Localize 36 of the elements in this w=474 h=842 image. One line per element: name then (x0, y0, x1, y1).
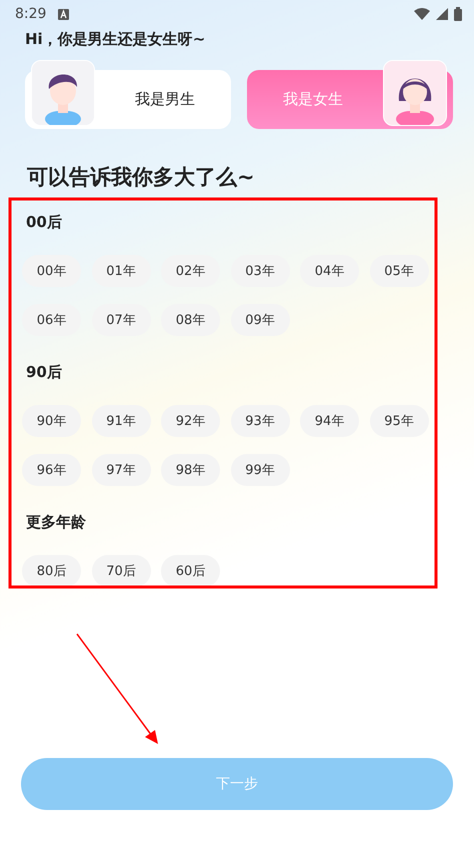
group-title: 90后 (26, 363, 63, 383)
age-chip[interactable]: 91年 (92, 405, 150, 437)
greeting-text: Hi，你是男生还是女生呀~ (25, 30, 206, 50)
signal-icon (436, 8, 448, 20)
age-chip[interactable]: 05年 (370, 255, 428, 287)
boy-avatar-icon (31, 60, 95, 126)
age-question: 可以告诉我你多大了么~ (27, 164, 256, 191)
age-chip[interactable]: 00年 (22, 255, 81, 287)
group-title: 更多年龄 (26, 513, 87, 533)
age-chip[interactable]: 92年 (161, 405, 220, 437)
age-chip[interactable]: 09年 (230, 304, 290, 336)
age-chip[interactable]: 06年 (22, 304, 81, 336)
age-chip[interactable]: 80后 (22, 555, 81, 587)
battery-icon (454, 7, 462, 21)
group-title: 00后 (26, 213, 63, 233)
age-chip[interactable]: 96年 (22, 454, 81, 486)
age-chip[interactable]: 07年 (92, 304, 150, 336)
age-chip[interactable]: 94年 (300, 405, 359, 437)
age-chip[interactable]: 01年 (92, 255, 150, 287)
age-chip[interactable]: 99年 (230, 454, 290, 486)
age-chip[interactable]: 97年 (92, 454, 150, 486)
status-time: 8:29 (15, 6, 46, 22)
age-chip[interactable]: 08年 (161, 304, 220, 336)
age-chip[interactable]: 04年 (300, 255, 359, 287)
notification-icon (58, 8, 70, 20)
age-chip[interactable]: 95年 (370, 405, 428, 437)
girl-avatar-icon (383, 60, 447, 126)
age-chip[interactable]: 02年 (161, 255, 220, 287)
wifi-icon (414, 8, 430, 20)
age-chip[interactable]: 60后 (161, 555, 220, 587)
age-chip[interactable]: 93年 (230, 405, 290, 437)
age-chip[interactable]: 03年 (230, 255, 290, 287)
age-chip[interactable]: 98年 (161, 454, 220, 486)
age-chip[interactable]: 70后 (92, 555, 150, 587)
age-chip[interactable]: 90年 (22, 405, 81, 437)
gender-option[interactable]: 我是男生 (25, 60, 231, 129)
